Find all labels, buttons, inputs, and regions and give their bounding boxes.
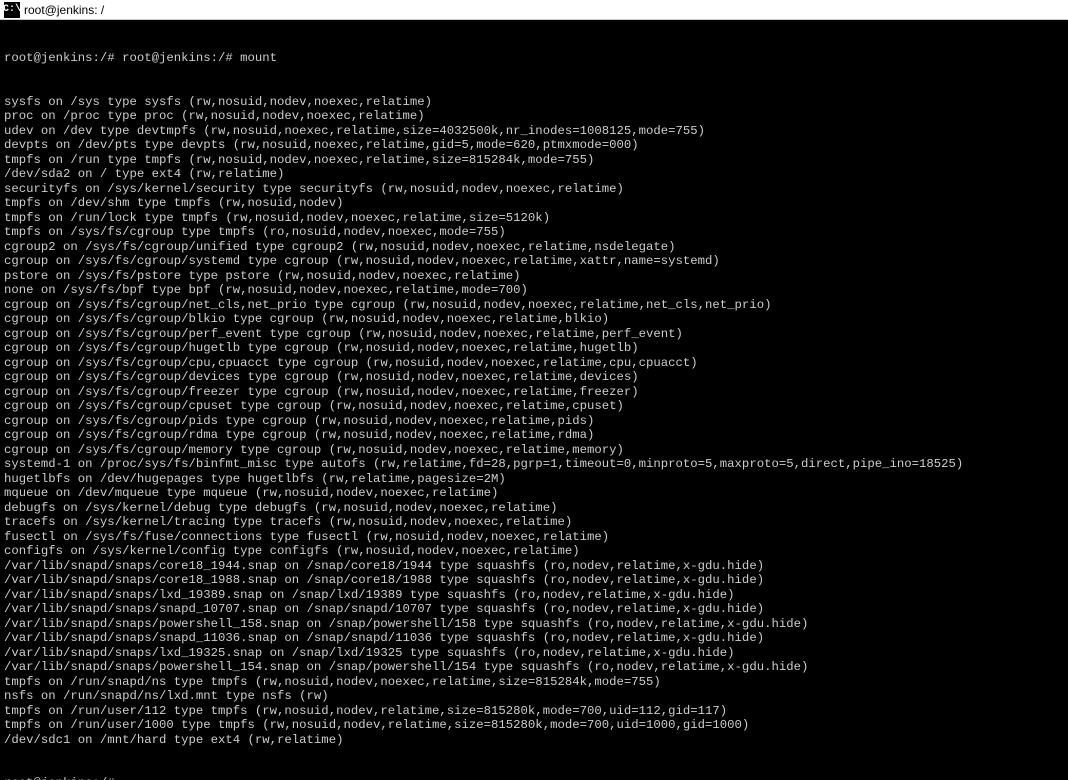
output-line: debugfs on /sys/kernel/debug type debugf… [4,501,1064,516]
output-line: /var/lib/snapd/snaps/snapd_11036.snap on… [4,631,1064,646]
output-line: cgroup on /sys/fs/cgroup/systemd type cg… [4,254,1064,269]
window-title: root@jenkins: / [24,3,104,17]
output-lines: sysfs on /sys type sysfs (rw,nosuid,node… [4,95,1064,748]
output-line: tmpfs on /dev/shm type tmpfs (rw,nosuid,… [4,196,1064,211]
output-line: /var/lib/snapd/snaps/powershell_158.snap… [4,617,1064,632]
output-line: /var/lib/snapd/snaps/core18_1988.snap on… [4,573,1064,588]
output-line: /dev/sdc1 on /mnt/hard type ext4 (rw,rel… [4,733,1064,748]
output-line: tmpfs on /sys/fs/cgroup type tmpfs (ro,n… [4,225,1064,240]
output-line: cgroup on /sys/fs/cgroup/cpuset type cgr… [4,399,1064,414]
output-line: tmpfs on /run/snapd/ns type tmpfs (rw,no… [4,675,1064,690]
output-line: hugetlbfs on /dev/hugepages type hugetlb… [4,472,1064,487]
output-line: /var/lib/snapd/snaps/snapd_10707.snap on… [4,602,1064,617]
terminal-output[interactable]: root@jenkins:/# root@jenkins:/# mount sy… [0,20,1068,780]
output-line: tmpfs on /run/lock type tmpfs (rw,nosuid… [4,211,1064,226]
output-line: tmpfs on /run type tmpfs (rw,nosuid,node… [4,153,1064,168]
output-line: tmpfs on /run/user/1000 type tmpfs (rw,n… [4,718,1064,733]
output-line: cgroup on /sys/fs/cgroup/hugetlb type cg… [4,341,1064,356]
output-line: systemd-1 on /proc/sys/fs/binfmt_misc ty… [4,457,1064,472]
output-line: nsfs on /run/snapd/ns/lxd.mnt type nsfs … [4,689,1064,704]
output-line: cgroup on /sys/fs/cgroup/net_cls,net_pri… [4,298,1064,313]
output-line: securityfs on /sys/kernel/security type … [4,182,1064,197]
output-line: cgroup on /sys/fs/cgroup/freezer type cg… [4,385,1064,400]
output-line: cgroup on /sys/fs/cgroup/rdma type cgrou… [4,428,1064,443]
prompt-line[interactable]: root@jenkins:/# [4,776,1064,780]
output-line: devpts on /dev/pts type devpts (rw,nosui… [4,138,1064,153]
terminal-window: C:\ root@jenkins: / root@jenkins:/# root… [0,0,1068,780]
output-line: cgroup on /sys/fs/cgroup/devices type cg… [4,370,1064,385]
output-line: tmpfs on /run/user/112 type tmpfs (rw,no… [4,704,1064,719]
output-line: /dev/sda2 on / type ext4 (rw,relatime) [4,167,1064,182]
output-line: udev on /dev type devtmpfs (rw,nosuid,no… [4,124,1064,139]
title-bar[interactable]: C:\ root@jenkins: / [0,0,1068,20]
output-line: proc on /proc type proc (rw,nosuid,nodev… [4,109,1064,124]
output-line: /var/lib/snapd/snaps/lxd_19389.snap on /… [4,588,1064,603]
output-line: mqueue on /dev/mqueue type mqueue (rw,no… [4,486,1064,501]
output-line: pstore on /sys/fs/pstore type pstore (rw… [4,269,1064,284]
output-line: none on /sys/fs/bpf type bpf (rw,nosuid,… [4,283,1064,298]
output-line: /var/lib/snapd/snaps/core18_1944.snap on… [4,559,1064,574]
output-line: configfs on /sys/kernel/config type conf… [4,544,1064,559]
output-line: tracefs on /sys/kernel/tracing type trac… [4,515,1064,530]
cmd-icon: C:\ [4,2,20,18]
output-line: /var/lib/snapd/snaps/powershell_154.snap… [4,660,1064,675]
output-line: fusectl on /sys/fs/fuse/connections type… [4,530,1064,545]
output-line: cgroup on /sys/fs/cgroup/perf_event type… [4,327,1064,342]
output-line: cgroup on /sys/fs/cgroup/blkio type cgro… [4,312,1064,327]
prompt-line: root@jenkins:/# root@jenkins:/# mount [4,51,1064,66]
output-line: /var/lib/snapd/snaps/lxd_19325.snap on /… [4,646,1064,661]
output-line: cgroup2 on /sys/fs/cgroup/unified type c… [4,240,1064,255]
output-line: sysfs on /sys type sysfs (rw,nosuid,node… [4,95,1064,110]
output-line: cgroup on /sys/fs/cgroup/memory type cgr… [4,443,1064,458]
output-line: cgroup on /sys/fs/cgroup/cpu,cpuacct typ… [4,356,1064,371]
output-line: cgroup on /sys/fs/cgroup/pids type cgrou… [4,414,1064,429]
